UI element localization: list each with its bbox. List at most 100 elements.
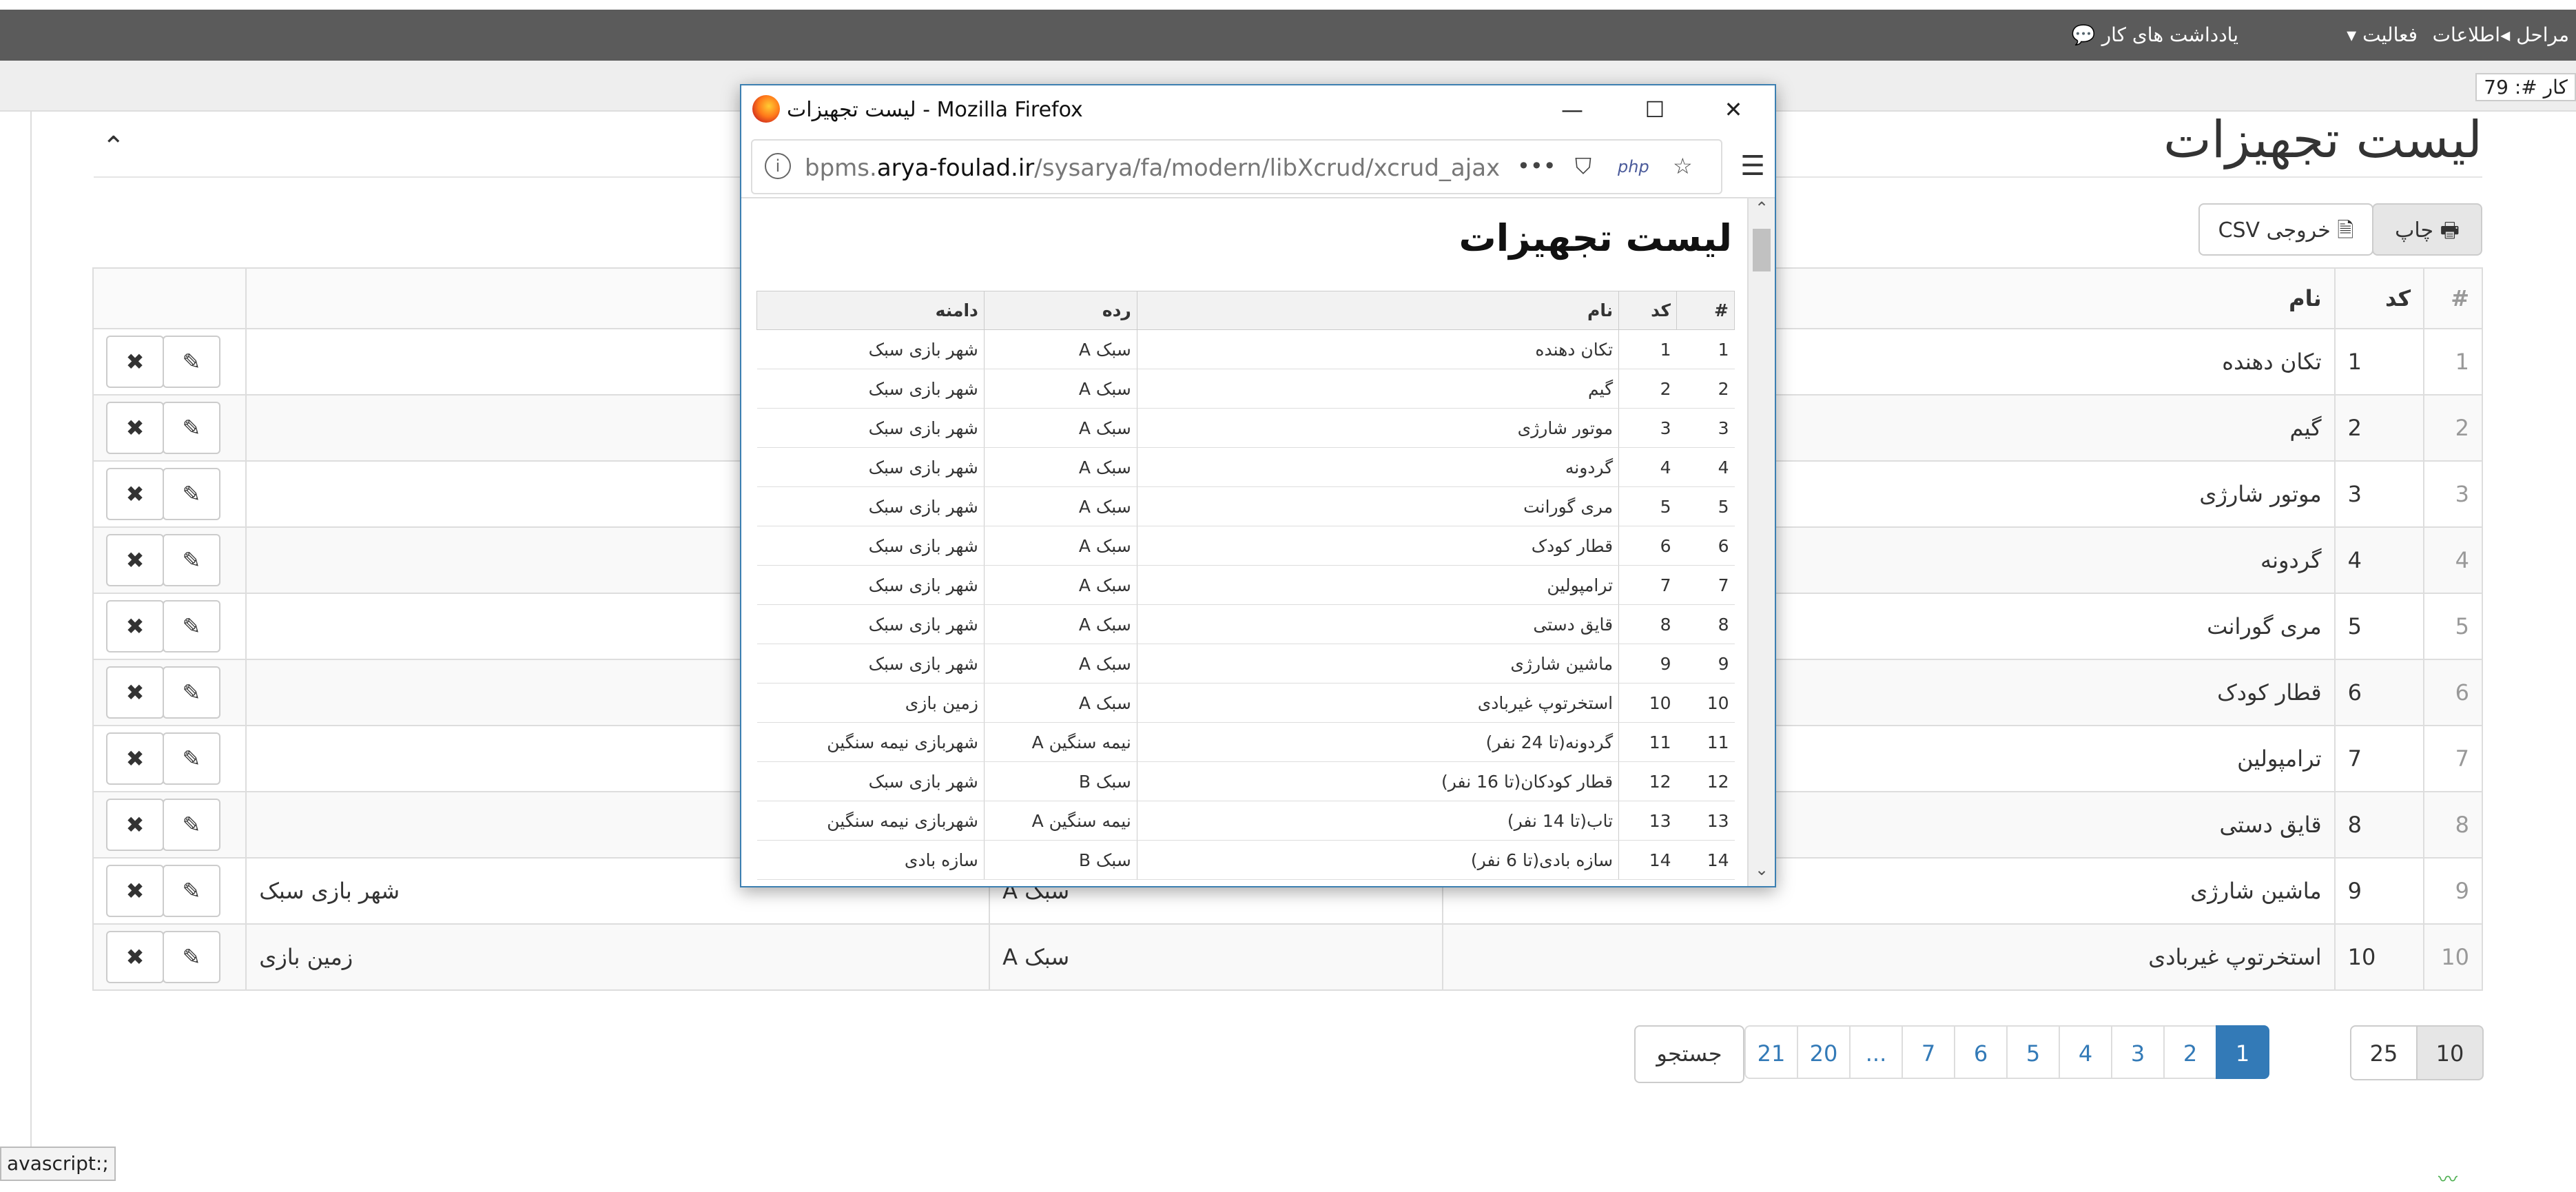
- window-titlebar[interactable]: لیست تجهیزات - Mozilla Firefox — ☐ ✕: [741, 85, 1775, 135]
- cell-actions: ✖ ✎: [92, 593, 247, 660]
- delete-icon[interactable]: ✖: [106, 865, 164, 917]
- cell-hash: 1: [2423, 328, 2483, 395]
- pocket-icon[interactable]: ⛉: [1575, 153, 1591, 180]
- scroll-down-icon[interactable]: ⌄: [1749, 860, 1775, 879]
- page-link-ellipsis[interactable]: ...: [1849, 1025, 1903, 1079]
- delete-icon[interactable]: ✖: [106, 468, 164, 520]
- delete-icon[interactable]: ✖: [106, 931, 164, 983]
- close-icon[interactable]: ✕: [1713, 92, 1754, 127]
- logo-fragment-icon: 〰: [2438, 1168, 2458, 1191]
- bookmark-star-icon[interactable]: ☆: [1673, 153, 1693, 179]
- p-cell-hash: 14: [1676, 840, 1735, 880]
- url-text[interactable]: bpms.arya-foulad.ir/sysarya/fa/modern/li…: [805, 154, 1500, 182]
- delete-icon[interactable]: ✖: [106, 732, 164, 785]
- collapse-chevron-icon[interactable]: ⌃: [102, 131, 125, 163]
- print-button[interactable]: 🖶 چاپ: [2372, 203, 2482, 256]
- pagination: 21 20... 7 6 5 4 3 2 1: [1744, 1025, 2269, 1082]
- col-actions: [92, 267, 247, 329]
- p-cell-grade: سبک A: [983, 604, 1137, 644]
- edit-icon[interactable]: ✎: [163, 865, 220, 917]
- more-actions-icon[interactable]: •••: [1517, 153, 1556, 179]
- delete-icon[interactable]: ✖: [106, 402, 164, 454]
- cell-hash: 7: [2423, 725, 2483, 792]
- cell-code: 5: [2333, 593, 2425, 660]
- edit-icon[interactable]: ✎: [163, 732, 220, 785]
- site-info-icon[interactable]: i: [765, 153, 791, 179]
- cell-code: 8: [2333, 791, 2425, 859]
- p-cell-hash: 1: [1676, 329, 1735, 369]
- address-bar[interactable]: i bpms.arya-foulad.ir/sysarya/fa/modern/…: [751, 139, 1722, 194]
- search-button[interactable]: جستجو: [1634, 1025, 1744, 1083]
- p-col-name: نام: [1136, 291, 1620, 330]
- scrollbar-thumb[interactable]: [1753, 229, 1771, 271]
- p-cell-grade: سبک A: [983, 565, 1137, 605]
- edit-icon[interactable]: ✎: [163, 600, 220, 652]
- php-extension-icon[interactable]: php: [1618, 157, 1649, 176]
- minimize-icon[interactable]: —: [1552, 92, 1593, 127]
- p-cell-hash: 9: [1676, 644, 1735, 684]
- p-col-grade: رده: [983, 291, 1137, 330]
- edit-icon[interactable]: ✎: [163, 468, 220, 520]
- menu-ettelaat[interactable]: اطلاعات: [2433, 23, 2500, 46]
- delete-icon[interactable]: ✖: [106, 600, 164, 652]
- p-cell-code: 4: [1618, 447, 1677, 487]
- delete-icon[interactable]: ✖: [106, 534, 164, 586]
- p-cell-grade: سبک A: [983, 526, 1137, 566]
- p-cell-domain: شهربازی نیمه سنگین: [756, 801, 985, 841]
- page-link-7[interactable]: 7: [1902, 1025, 1955, 1079]
- cell-code: 6: [2333, 659, 2425, 726]
- page-link-20[interactable]: 20: [1797, 1025, 1851, 1079]
- p-cell-hash: 7: [1676, 565, 1735, 605]
- col-code[interactable]: کد: [2333, 267, 2425, 329]
- page-link-5[interactable]: 5: [2006, 1025, 2060, 1079]
- cell-hash: 5: [2423, 593, 2483, 660]
- edit-icon[interactable]: ✎: [163, 534, 220, 586]
- p-cell-code: 8: [1618, 604, 1677, 644]
- delete-icon[interactable]: ✖: [106, 799, 164, 851]
- page-link-4[interactable]: 4: [2059, 1025, 2112, 1079]
- p-cell-domain: شهر بازی سبک: [756, 408, 985, 448]
- edit-icon[interactable]: ✎: [163, 336, 220, 388]
- edit-icon[interactable]: ✎: [163, 402, 220, 454]
- cell-actions: ✖ ✎: [92, 394, 247, 462]
- p-cell-domain: شهر بازی سبک: [756, 486, 985, 526]
- p-cell-hash: 8: [1676, 604, 1735, 644]
- delete-icon[interactable]: ✖: [106, 336, 164, 388]
- p-cell-grade: سبک A: [983, 329, 1137, 369]
- menu-faaliat[interactable]: فعالیت ▾: [2347, 23, 2418, 46]
- page-link-2[interactable]: 2: [2163, 1025, 2217, 1079]
- scroll-up-icon[interactable]: ⌃: [1749, 198, 1775, 218]
- print-table: # کد نام رده دامنه 1 1 تکان دهنده سبک A شهر …: [756, 291, 1735, 880]
- delete-icon[interactable]: ✖: [106, 666, 164, 719]
- edit-icon[interactable]: ✎: [163, 931, 220, 983]
- page-size-10[interactable]: 10: [2416, 1025, 2484, 1080]
- cell-hash: 3: [2423, 460, 2483, 528]
- popup-scrollbar[interactable]: ⌃ ⌄: [1747, 198, 1775, 886]
- p-cell-code: 11: [1618, 722, 1677, 762]
- p-cell-domain: شهر بازی سبک: [756, 526, 985, 566]
- cell-actions: ✖ ✎: [92, 923, 247, 991]
- page-size-25[interactable]: 25: [2350, 1025, 2418, 1080]
- p-cell-code: 12: [1618, 761, 1677, 801]
- page-link-3[interactable]: 3: [2111, 1025, 2165, 1079]
- print-table-header: # کد نام رده دامنه: [756, 291, 1735, 330]
- cell-code: 10: [2333, 923, 2425, 991]
- menu-hamburger-icon[interactable]: ☰: [1740, 150, 1765, 182]
- edit-icon[interactable]: ✎: [163, 799, 220, 851]
- cell-actions: ✖ ✎: [92, 460, 247, 528]
- page-link-21[interactable]: 21: [1744, 1025, 1798, 1079]
- p-cell-domain: زمین بازی: [756, 683, 985, 723]
- export-csv-button[interactable]: 🗎 خروجی CSV: [2198, 203, 2373, 256]
- p-cell-hash: 2: [1676, 369, 1735, 409]
- page-link-1[interactable]: 1: [2216, 1025, 2269, 1079]
- work-tab[interactable]: کار #: 79: [2475, 73, 2576, 101]
- page-link-6[interactable]: 6: [1954, 1025, 2008, 1079]
- p-cell-name: موتور شارژی: [1136, 408, 1619, 448]
- menu-marahel[interactable]: مراحل ◂: [2500, 23, 2569, 46]
- col-hash[interactable]: #: [2423, 267, 2483, 329]
- p-cell-grade: سبک A: [983, 486, 1137, 526]
- p-cell-code: 1: [1618, 329, 1677, 369]
- menu-notes[interactable]: یادداشت های کار 💬: [2072, 23, 2238, 46]
- edit-icon[interactable]: ✎: [163, 666, 220, 719]
- maximize-icon[interactable]: ☐: [1634, 92, 1676, 127]
